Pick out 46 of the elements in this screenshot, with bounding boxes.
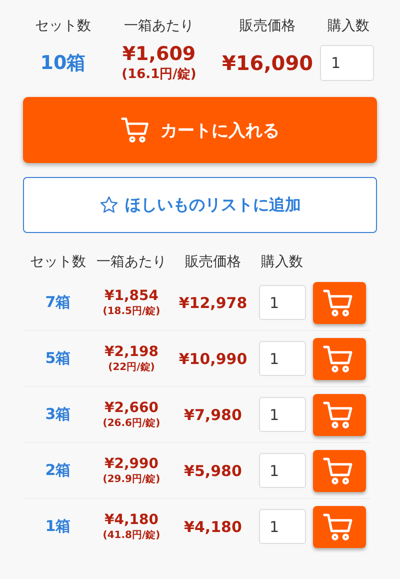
column-header: 一箱あたり: [96, 253, 168, 272]
total-price: ¥10,990: [178, 350, 248, 368]
total-price: ¥12,978: [178, 294, 248, 312]
per-tablet-price: (18.5円/錠): [102, 304, 160, 318]
add-to-cart-button[interactable]: [312, 450, 366, 492]
per-tablet-price: (29.9円/錠): [102, 472, 160, 486]
column-header: セット数: [34, 17, 92, 35]
total-price: ¥4,180: [184, 518, 242, 536]
per-tablet-price: (16.1円/錠): [122, 66, 196, 83]
unit-price: ¥1,609: [122, 43, 196, 65]
quantity-field[interactable]: 1: [258, 509, 306, 544]
per-tablet-price: (41.8円/錠): [102, 528, 160, 542]
cart-icon: [120, 115, 150, 145]
total-price: ¥16,090: [220, 51, 314, 75]
set-count: 7箱: [45, 293, 71, 312]
unit-price: ¥2,990: [104, 456, 159, 472]
total-price: ¥7,980: [184, 406, 242, 424]
per-tablet-price: (22円/錠): [108, 360, 155, 374]
set-count: 1箱: [45, 517, 71, 536]
add-to-cart-button[interactable]: [312, 282, 366, 324]
column-header: 販売価格: [238, 17, 296, 35]
column-header: 販売価格: [184, 253, 242, 272]
quantity-field[interactable]: 1: [320, 45, 374, 81]
set-count: 5箱: [45, 349, 71, 368]
set-count: 3箱: [45, 405, 71, 424]
set-count: 10箱: [39, 51, 87, 76]
unit-price: ¥2,198: [104, 344, 159, 360]
total-price: ¥5,980: [184, 462, 242, 480]
unit-price: ¥2,660: [104, 400, 159, 416]
unit-price: ¥1,854: [104, 288, 159, 304]
per-tablet-price: (26.6円/錠): [102, 416, 160, 430]
add-to-cart-button[interactable]: [312, 338, 366, 380]
column-header: セット数: [29, 253, 87, 272]
column-header: 購入数: [260, 253, 304, 272]
quantity-field[interactable]: 1: [258, 397, 306, 432]
set-count: 2箱: [45, 461, 71, 480]
star-icon: [99, 195, 119, 215]
wishlist-button[interactable]: ほしいものリストに追加: [23, 177, 377, 233]
quantity-field[interactable]: 1: [258, 341, 306, 376]
add-to-cart-button[interactable]: [312, 506, 366, 548]
column-header: 一箱あたり: [123, 17, 195, 35]
quantity-field[interactable]: 1: [258, 285, 306, 320]
column-header: 購入数: [326, 17, 370, 35]
add-to-cart-button[interactable]: [312, 394, 366, 436]
unit-price: ¥4,180: [104, 512, 159, 528]
quantity-field[interactable]: 1: [258, 453, 306, 488]
